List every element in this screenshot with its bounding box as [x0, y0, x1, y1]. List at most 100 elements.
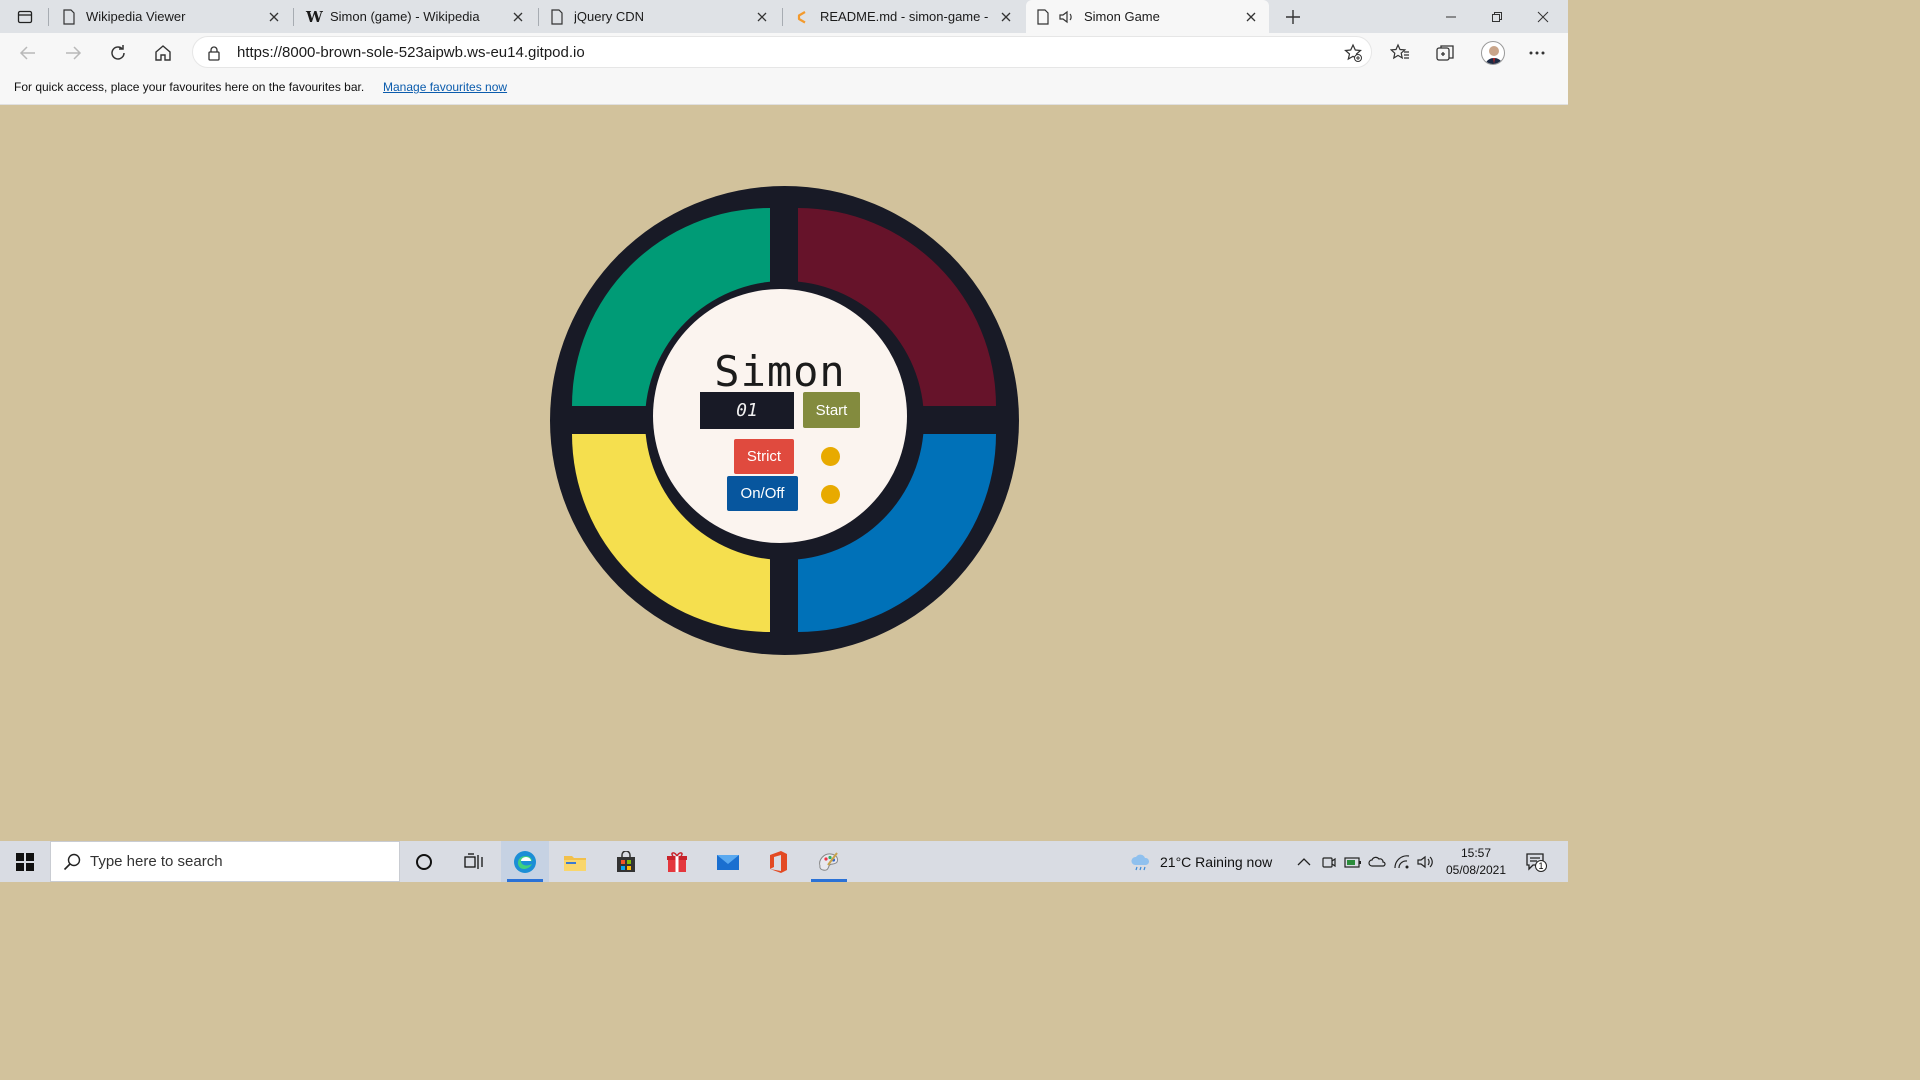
taskbar: Type here to search 21°C Raining now 15:… [0, 841, 1568, 882]
store-icon [617, 850, 635, 872]
close-icon[interactable] [266, 9, 282, 25]
page-icon [63, 8, 75, 25]
gift-icon [667, 851, 687, 872]
mail-icon [717, 854, 739, 870]
cortana-button[interactable] [400, 841, 448, 882]
restore-button[interactable] [1474, 0, 1520, 33]
on-off-button[interactable]: On/Off [727, 476, 798, 511]
cloud-icon [1368, 856, 1386, 867]
profile-avatar[interactable] [1481, 41, 1505, 65]
back-arrow-icon [19, 46, 35, 60]
strict-indicator-led [821, 447, 840, 466]
taskbar-mail[interactable] [704, 841, 752, 882]
minimize-button[interactable] [1428, 0, 1474, 33]
battery-glyph-icon [1344, 857, 1361, 868]
wifi-glyph-icon [1394, 855, 1410, 869]
strict-button[interactable]: Strict [734, 439, 794, 474]
refresh-icon [111, 45, 125, 60]
simon-board: Simon 01 Start Strict On/Off [550, 186, 1019, 655]
plus-icon [1286, 9, 1300, 24]
notifications-button[interactable]: 1 [1525, 851, 1547, 873]
home-button[interactable] [147, 37, 179, 69]
favourites-bar-message: For quick access, place your favourites … [14, 80, 365, 94]
edge-icon [514, 850, 536, 873]
speaker-icon[interactable] [1058, 9, 1076, 25]
back-button[interactable] [12, 37, 44, 69]
lock-icon[interactable] [207, 45, 221, 61]
close-icon [1537, 11, 1549, 22]
meet-now-icon[interactable] [1320, 853, 1338, 871]
system-clock[interactable]: 15:57 05/08/2021 [1440, 845, 1512, 879]
tab-simon-wikipedia[interactable]: W Simon (game) - Wikipedia [296, 0, 536, 33]
taskbar-gift-app[interactable] [653, 841, 701, 882]
tab-title: Wikipedia Viewer [86, 9, 186, 24]
favourites-bar: For quick access, place your favourites … [0, 71, 1568, 105]
office-icon [770, 850, 787, 873]
refresh-button[interactable] [102, 37, 134, 69]
task-view-button[interactable] [450, 841, 498, 882]
tab-readme-gitpod[interactable]: README.md - simon-game - Git [784, 0, 1024, 33]
tab-jquery-cdn[interactable]: jQuery CDN [540, 0, 780, 33]
favourites-button[interactable] [1384, 37, 1416, 69]
search-placeholder: Type here to search [90, 853, 223, 870]
more-icon [1529, 51, 1545, 55]
browser-toolbar: https://8000-brown-sole-523aipwb.ws-eu14… [0, 33, 1568, 71]
tab-actions-icon [17, 10, 33, 24]
gitpod-icon [797, 10, 806, 23]
taskbar-store[interactable] [602, 841, 650, 882]
task-view-icon [464, 852, 483, 869]
collections-button[interactable] [1429, 37, 1461, 69]
collections-icon [1436, 45, 1454, 61]
tab-separator [293, 8, 294, 26]
tab-wikipedia-viewer[interactable]: Wikipedia Viewer [52, 0, 292, 33]
weather-text[interactable]: 21°C Raining now [1160, 854, 1272, 870]
start-button[interactable]: Start [803, 392, 860, 428]
count-display: 01 [700, 392, 794, 429]
url-text: https://8000-brown-sole-523aipwb.ws-eu14… [237, 44, 585, 61]
manage-favourites-link[interactable]: Manage favourites now [383, 80, 507, 94]
taskbar-file-explorer[interactable] [551, 841, 599, 882]
show-hidden-icons-button[interactable] [1295, 853, 1313, 871]
tab-separator [538, 8, 539, 26]
tab-strip: Wikipedia Viewer W Simon (game) - Wikipe… [0, 0, 1568, 33]
battery-icon[interactable] [1344, 853, 1362, 871]
forward-arrow-icon [66, 46, 82, 60]
favourites-icon [1390, 43, 1409, 60]
forward-button[interactable] [57, 37, 89, 69]
power-indicator-led [821, 485, 840, 504]
tab-simon-game[interactable]: Simon Game [1026, 0, 1269, 33]
close-icon[interactable] [754, 9, 770, 25]
folder-icon [564, 855, 586, 871]
address-bar[interactable]: https://8000-brown-sole-523aipwb.ws-eu14… [192, 36, 1372, 68]
close-icon[interactable] [510, 9, 526, 25]
new-tab-button[interactable] [1270, 0, 1316, 33]
notification-count-badge: 1 [1535, 860, 1547, 872]
search-icon [63, 853, 81, 871]
taskbar-office[interactable] [754, 841, 802, 882]
taskbar-search-box[interactable]: Type here to search [50, 841, 400, 882]
taskbar-edge[interactable] [501, 841, 549, 882]
weather-cloud-icon[interactable] [1130, 853, 1154, 871]
clock-time: 15:57 [1460, 846, 1492, 860]
wifi-icon[interactable] [1393, 853, 1411, 871]
control-panel: Simon 01 Start Strict On/Off [653, 289, 907, 543]
start-button[interactable] [0, 841, 50, 882]
close-icon[interactable] [998, 9, 1014, 25]
add-favourite-icon[interactable] [1343, 43, 1363, 63]
cortana-icon [416, 853, 432, 870]
tab-title: Simon Game [1084, 9, 1160, 24]
volume-icon[interactable] [1417, 853, 1435, 871]
clock-date: 05/08/2021 [1445, 863, 1507, 877]
onedrive-icon[interactable] [1368, 853, 1386, 871]
close-icon[interactable] [1243, 9, 1259, 25]
tab-separator [48, 8, 49, 26]
tab-separator [782, 8, 783, 26]
game-title: Simon [714, 347, 846, 396]
close-window-button[interactable] [1520, 0, 1566, 33]
minimize-icon [1446, 16, 1456, 17]
page-icon [1037, 8, 1049, 25]
tab-actions-button[interactable] [8, 5, 42, 29]
settings-more-button[interactable] [1521, 37, 1553, 69]
taskbar-paint[interactable] [805, 841, 853, 882]
tab-title: README.md - simon-game - Git [820, 9, 992, 24]
